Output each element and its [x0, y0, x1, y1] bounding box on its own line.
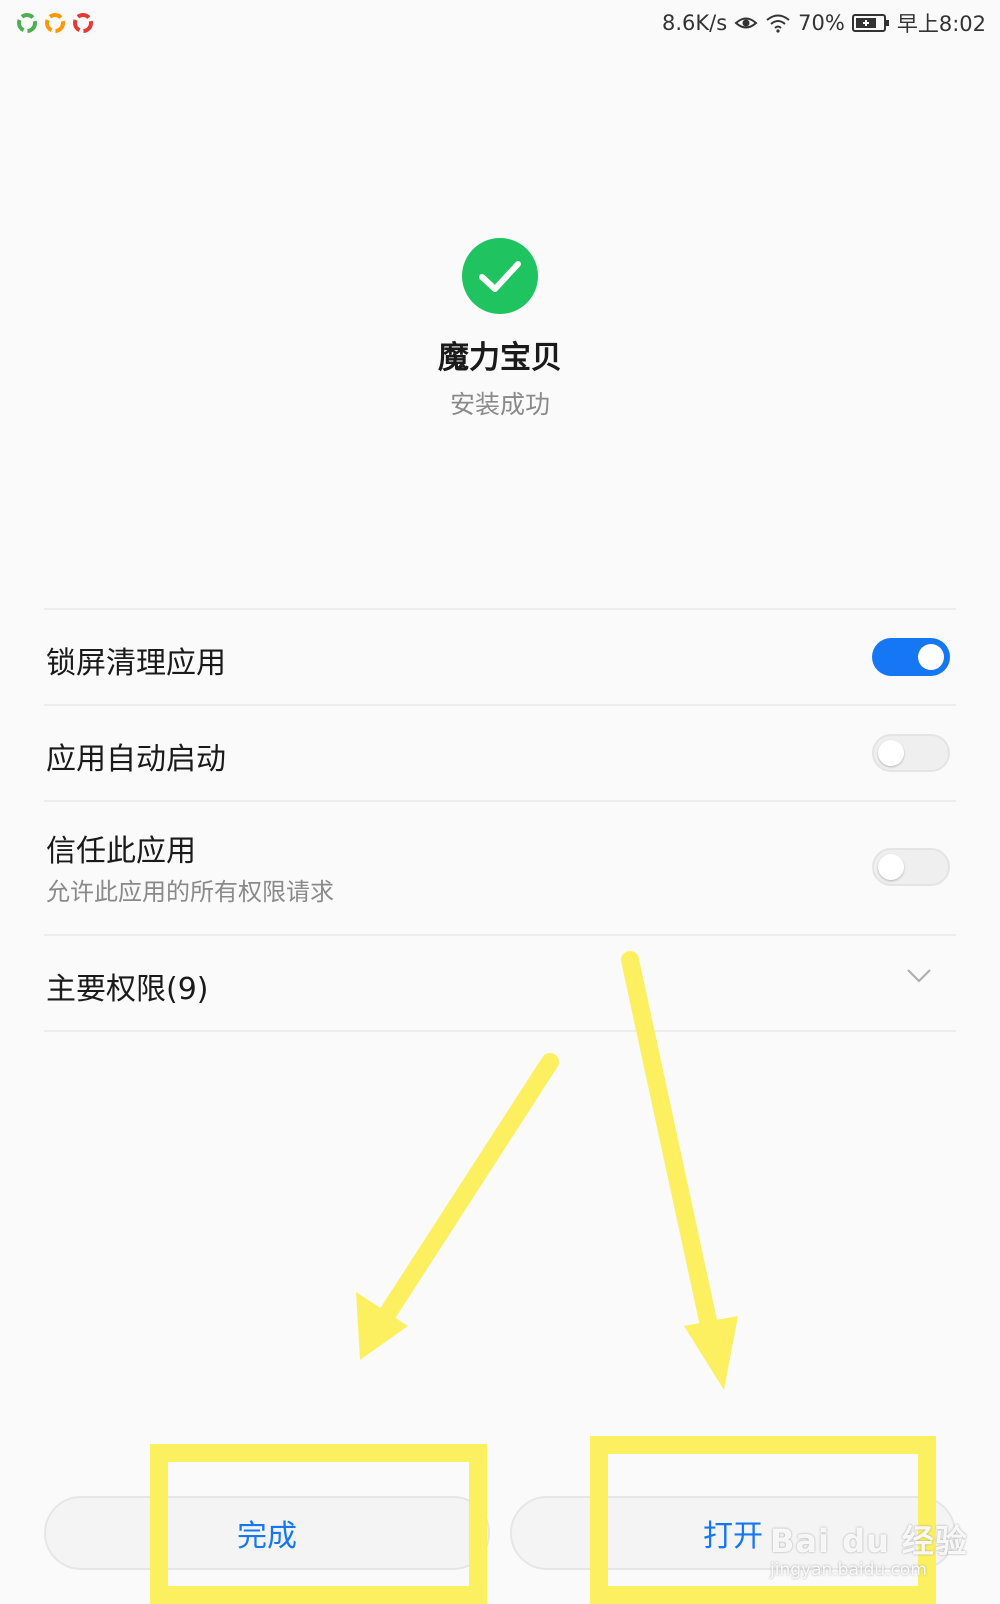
- trust-app-toggle[interactable]: [872, 848, 950, 886]
- setting-auto-start[interactable]: 应用自动启动: [44, 704, 956, 800]
- toggle-knob: [878, 854, 904, 880]
- setting-label: 主要权限(9): [46, 972, 209, 1007]
- annotation-arrow-to-done: [356, 1053, 559, 1360]
- setting-sublabel: 允许此应用的所有权限请求: [46, 878, 334, 906]
- battery-percent: 70%: [798, 11, 845, 35]
- lock-clean-toggle[interactable]: [872, 638, 950, 676]
- eye-icon: [734, 17, 758, 29]
- baidu-watermark: Bai du 经验 jingyan.baidu.com: [770, 1516, 968, 1580]
- done-button[interactable]: 完成: [44, 1496, 490, 1570]
- toggle-knob: [878, 740, 904, 766]
- net-speed: 8.6K/s: [661, 11, 728, 35]
- notification-icons: [16, 12, 94, 34]
- setting-trust-app[interactable]: 信任此应用 允许此应用的所有权限请求: [44, 800, 956, 934]
- wifi-icon: [766, 14, 790, 33]
- app-notification-icon: [73, 13, 93, 33]
- install-status: 安装成功: [449, 390, 550, 419]
- settings-list: 锁屏清理应用 应用自动启动 信任此应用 允许此应用的所有权限请求 主要权限(9): [44, 608, 956, 1032]
- setting-label: 信任此应用: [46, 834, 196, 869]
- chevron-down-icon[interactable]: [906, 968, 932, 984]
- auto-start-toggle[interactable]: [872, 734, 950, 772]
- app-notification-icon: [45, 13, 65, 33]
- status-bar: 8.6K/s 70% 早上8:02: [0, 0, 1000, 46]
- status-right: 8.6K/s 70% 早上8:02: [662, 8, 986, 38]
- app-notification-icon: [17, 13, 37, 33]
- app-name: 魔力宝贝: [438, 340, 562, 376]
- setting-label: 锁屏清理应用: [46, 646, 226, 681]
- battery-icon: [851, 13, 890, 33]
- clock: 早上8:02: [896, 12, 986, 36]
- setting-label: 应用自动启动: [46, 742, 226, 777]
- success-check-icon: [462, 238, 538, 314]
- toggle-knob: [918, 644, 944, 670]
- setting-lock-clean[interactable]: 锁屏清理应用: [44, 608, 956, 704]
- install-success-area: 魔力宝贝 安装成功: [0, 238, 1000, 421]
- setting-permissions[interactable]: 主要权限(9): [44, 934, 956, 1032]
- watermark-logo: Bai du 经验: [770, 1522, 968, 1560]
- watermark-url: jingyan.baidu.com: [770, 1560, 927, 1580]
